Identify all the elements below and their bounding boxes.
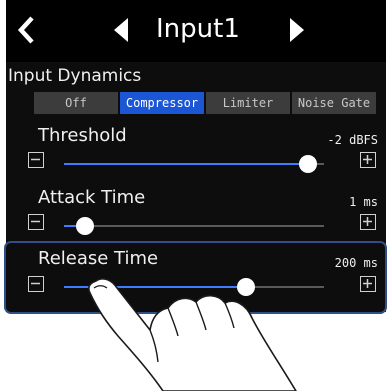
pointing-hand-icon [88,278,297,391]
